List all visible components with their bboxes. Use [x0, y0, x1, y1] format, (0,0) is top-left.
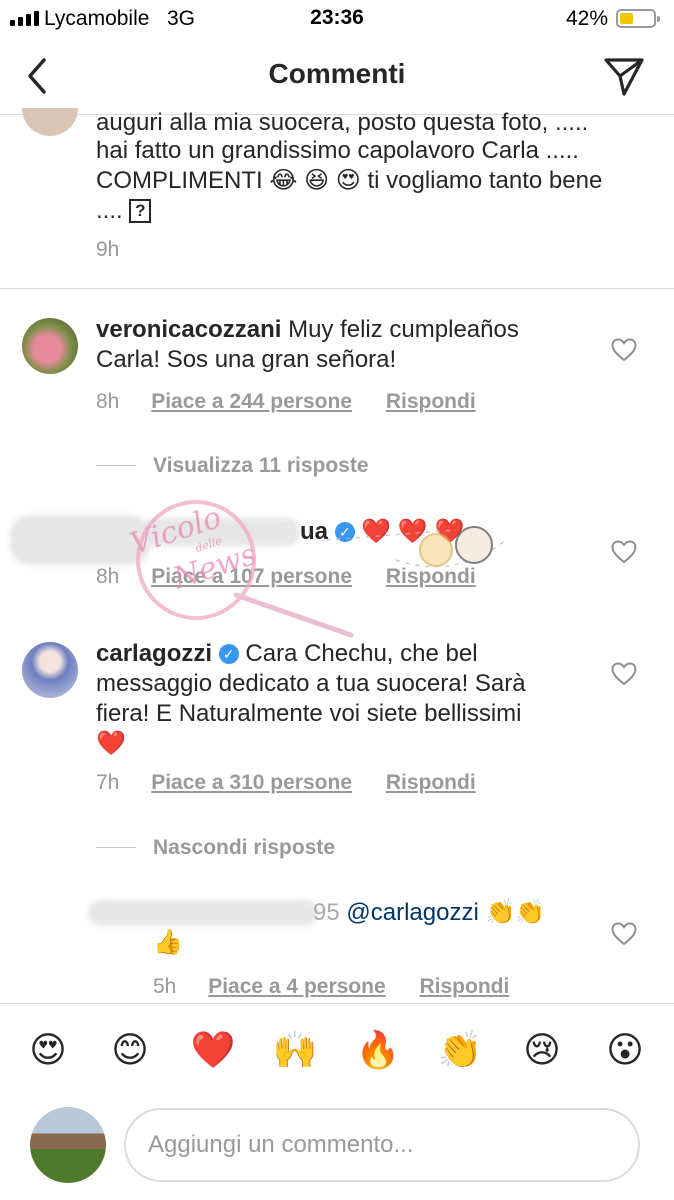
redacted-username	[140, 518, 300, 546]
divider	[0, 288, 674, 289]
heart-outline-icon	[611, 540, 637, 564]
reply-link[interactable]: Rispondi	[386, 565, 476, 588]
likes-link[interactable]: Piace a 244 persone	[151, 390, 352, 413]
view-replies-link[interactable]: Visualizza 11 risposte	[153, 454, 369, 478]
divider	[0, 1003, 674, 1004]
verified-badge-icon: ✓	[218, 644, 239, 664]
likes-link[interactable]: Piace a 4 persone	[208, 975, 385, 998]
tears-of-joy-emoji: 😂	[269, 167, 298, 194]
red-heart-emoji-button[interactable]: ❤️	[190, 1027, 236, 1073]
redacted-area	[10, 515, 150, 565]
avatar[interactable]	[22, 642, 78, 698]
status-bar: Lycamobile 3G 23:36 42%	[0, 0, 674, 38]
emoji-quick-bar: 😍 😊 ❤️ 🙌 🔥 👏 😢 😮	[0, 1027, 674, 1077]
reply-link[interactable]: Rispondi	[386, 771, 476, 794]
crying-emoji-button[interactable]: 😢	[519, 1027, 565, 1073]
username[interactable]: 95	[313, 899, 340, 926]
comment-text: auguri alla mia suocera, posto questa fo…	[96, 109, 603, 224]
heart-outline-icon	[611, 338, 637, 362]
avatar[interactable]	[22, 318, 78, 374]
battery-percent: 42%	[566, 7, 609, 30]
verified-badge-icon: ✓	[334, 522, 355, 542]
likes-link[interactable]: Piace a 310 persone	[151, 771, 352, 794]
username[interactable]: veronicacozzani	[96, 316, 281, 343]
comment-meta: 8h Piace a 107 persone Rispondi	[96, 565, 476, 589]
smiling-emoji-button[interactable]: 😊	[107, 1027, 153, 1073]
comment-time: 5h	[153, 975, 177, 998]
heart-outline-icon	[611, 662, 637, 686]
hide-replies-link[interactable]: Nascondi risposte	[153, 836, 335, 860]
unknown-glyph-icon: ?	[129, 199, 152, 223]
raised-hands-emoji-button[interactable]: 🙌	[272, 1027, 318, 1073]
comment-time: 9h	[96, 238, 120, 261]
comment-input-placeholder: Aggiungi un commento...	[148, 1131, 414, 1158]
heart-outline-icon	[611, 922, 637, 946]
thumbs-up-emoji: 👍	[153, 929, 183, 956]
likes-link[interactable]: Piace a 107 persone	[151, 565, 352, 588]
comment-meta: 8h Piace a 244 persone Rispondi	[96, 390, 476, 414]
send-button[interactable]	[600, 52, 648, 100]
grinning-squint-emoji: 😆	[304, 167, 330, 194]
battery-icon	[616, 9, 660, 28]
reply-link[interactable]: Rispondi	[386, 390, 476, 413]
header: Commenti	[0, 38, 674, 115]
clapping-emoji: 👏	[515, 899, 546, 926]
comment-time: 8h	[96, 390, 120, 413]
avatar[interactable]	[22, 108, 78, 136]
page-title: Commenti	[268, 58, 406, 89]
clapping-emoji: 👏	[485, 899, 516, 926]
comment-text: carlagozzi ✓ Cara Chechu, che bel messag…	[96, 640, 526, 757]
replies-divider	[96, 847, 136, 848]
heart-eyes-emoji: 😍	[335, 167, 361, 194]
own-avatar[interactable]	[30, 1107, 106, 1183]
like-button[interactable]	[611, 338, 637, 362]
comment-text: 95 @carlagozzi 👏👏 👍	[153, 898, 603, 958]
comment-time: 7h	[96, 771, 120, 794]
like-button[interactable]	[611, 540, 637, 564]
fire-emoji-button[interactable]: 🔥	[355, 1027, 401, 1073]
username[interactable]: carlagozzi	[96, 640, 212, 667]
like-button[interactable]	[611, 662, 637, 686]
comment-meta: 5h Piace a 4 persone Rispondi	[153, 975, 509, 999]
comment-text: veronicacozzani Muy feliz cumpleaños Car…	[96, 316, 519, 373]
like-button[interactable]	[611, 922, 637, 946]
comment-time: 8h	[96, 565, 120, 588]
heart-emoji: ❤️	[96, 730, 126, 757]
surprised-emoji-button[interactable]: 😮	[602, 1027, 648, 1073]
paper-plane-icon	[604, 58, 644, 96]
heart-eyes-emoji-button[interactable]: 😍	[25, 1027, 71, 1073]
comment-input[interactable]: Aggiungi un commento...	[124, 1108, 640, 1182]
reply-link[interactable]: Rispondi	[419, 975, 509, 998]
username[interactable]: ua	[300, 518, 328, 545]
heart-emoji: ❤️	[361, 518, 392, 545]
mention-link[interactable]: @carlagozzi	[346, 899, 478, 926]
heart-emoji: ❤️	[434, 518, 465, 545]
clapping-emoji-button[interactable]: 👏	[437, 1027, 483, 1073]
heart-emoji: ❤️	[397, 518, 428, 545]
comment-meta: 7h Piace a 310 persone Rispondi	[96, 771, 476, 795]
replies-divider	[96, 465, 136, 466]
comment-text: ua ✓ ❤️ ❤️ ❤️	[300, 517, 464, 547]
